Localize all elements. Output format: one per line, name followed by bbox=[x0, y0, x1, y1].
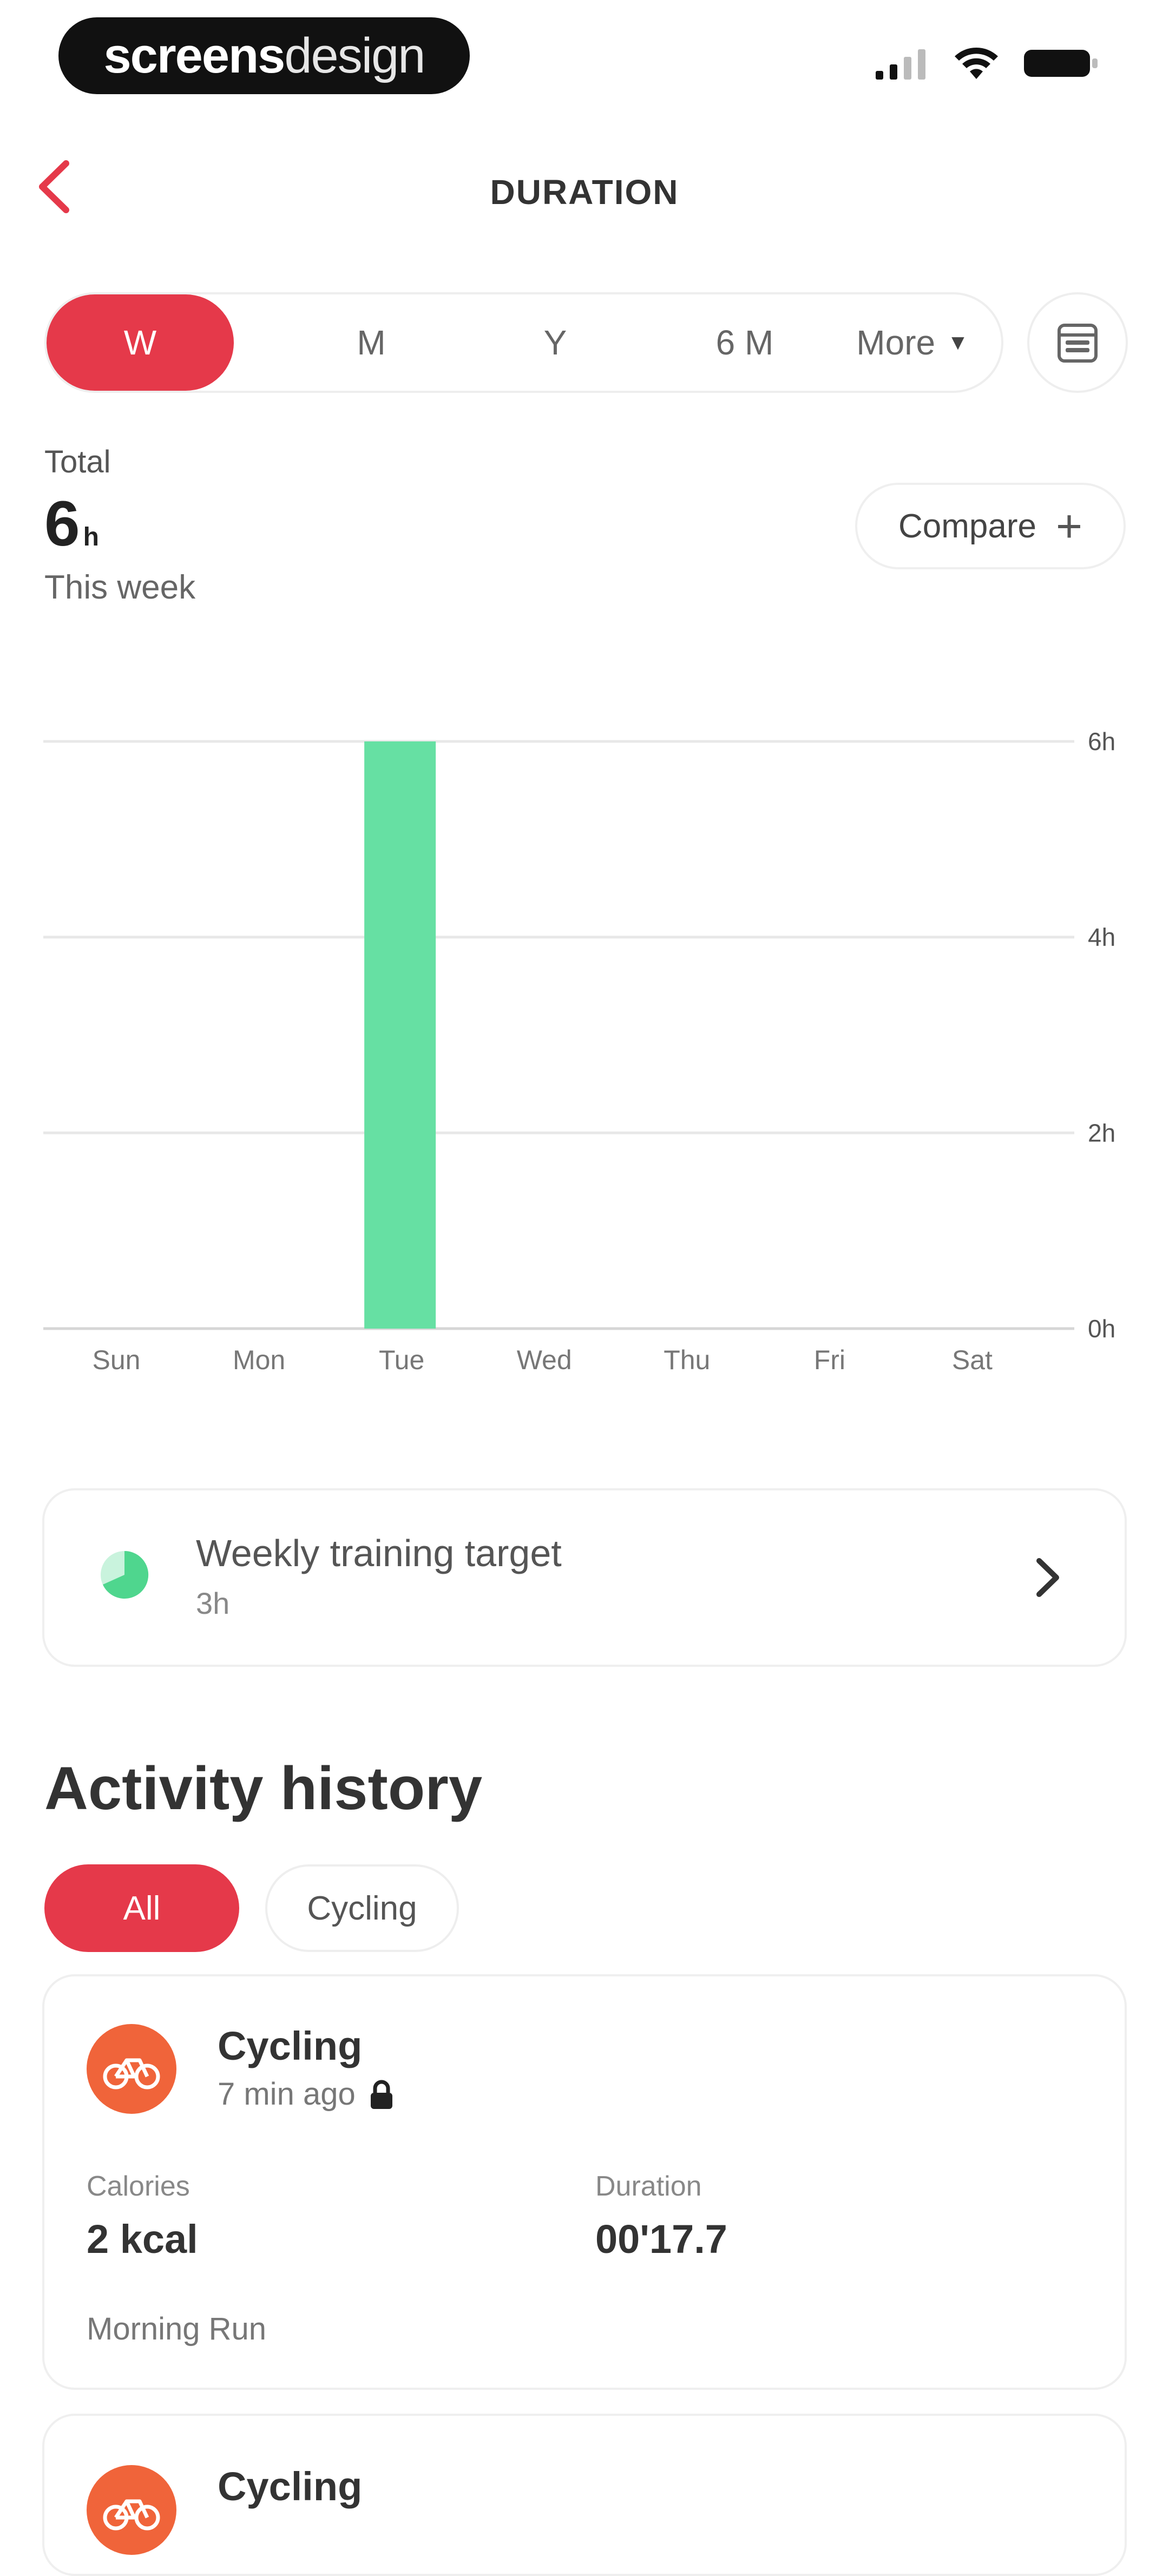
cycling-icon bbox=[87, 2465, 176, 2555]
compare-label: Compare bbox=[898, 507, 1036, 545]
screensdesign-logo: screens design bbox=[58, 17, 470, 94]
activity-name: Morning Run bbox=[87, 2311, 267, 2347]
target-title: Weekly training target bbox=[196, 1532, 562, 1574]
activity-time: 7 min ago bbox=[218, 2076, 396, 2112]
total-unit: h bbox=[83, 523, 99, 551]
total-value: 6h bbox=[44, 487, 99, 561]
period-selector: W M Y 6 M More ▼ bbox=[44, 292, 1003, 393]
logo-text-light: design bbox=[284, 28, 425, 83]
wifi-icon bbox=[955, 48, 998, 79]
x-tick-label: Mon bbox=[233, 1345, 285, 1375]
activity-type: Cycling bbox=[218, 2023, 363, 2068]
x-tick-label: Tue bbox=[379, 1345, 424, 1375]
calendar-icon bbox=[1058, 324, 1098, 363]
lock-icon bbox=[370, 2080, 392, 2109]
activity-time-text: 7 min ago bbox=[218, 2076, 356, 2112]
period-more-dropdown[interactable]: More ▼ bbox=[826, 294, 999, 391]
period-label: This week bbox=[44, 569, 196, 606]
cycling-icon bbox=[87, 2024, 176, 2114]
calories-value: 2 kcal bbox=[87, 2217, 198, 2262]
filter-cycling-label: Cycling bbox=[307, 1889, 417, 1927]
target-value: 3h bbox=[196, 1586, 230, 1620]
activity-card[interactable] bbox=[42, 2414, 1127, 2576]
bicycle-icon bbox=[103, 2499, 160, 2531]
activity-history-title: Activity history bbox=[44, 1754, 483, 1822]
y-tick-label: 6h bbox=[1088, 727, 1115, 755]
period-year-label: Y bbox=[543, 323, 567, 362]
period-month-label: M bbox=[357, 323, 386, 362]
y-tick-label: 0h bbox=[1088, 1315, 1115, 1343]
calories-label: Calories bbox=[87, 2171, 190, 2202]
period-more-label: More bbox=[856, 323, 936, 362]
duration-bar-chart: 6h 4h 2h 0h Sun Mon Tue Wed Thu Fri Sat bbox=[43, 727, 1115, 1375]
battery-icon bbox=[1024, 50, 1098, 77]
activity-type: Cycling bbox=[218, 2464, 363, 2509]
target-progress-icon bbox=[101, 1550, 149, 1599]
x-tick-label: Fri bbox=[814, 1345, 845, 1375]
period-year-tab[interactable]: Y bbox=[463, 294, 647, 391]
weekly-target-card[interactable] bbox=[42, 1488, 1127, 1667]
signal-icon bbox=[876, 49, 925, 80]
filter-all-label: All bbox=[123, 1889, 161, 1927]
x-tick-label: Sat bbox=[952, 1345, 993, 1375]
page-title: DURATION bbox=[490, 173, 679, 212]
total-number: 6 bbox=[44, 488, 80, 560]
y-tick-label: 2h bbox=[1088, 1119, 1115, 1147]
bicycle-icon bbox=[103, 2058, 160, 2089]
filter-all-chip[interactable]: All bbox=[44, 1864, 239, 1952]
period-6m-label: 6 M bbox=[715, 323, 774, 362]
status-icons bbox=[876, 47, 1099, 80]
bar-tue[interactable] bbox=[364, 741, 436, 1329]
logo-text-bold: screens bbox=[103, 28, 286, 83]
total-label: Total bbox=[44, 444, 111, 479]
period-week-tab[interactable]: W bbox=[47, 294, 234, 391]
period-week-label: W bbox=[123, 323, 157, 362]
period-6m-tab[interactable]: 6 M bbox=[653, 294, 837, 391]
plus-icon: + bbox=[1055, 501, 1083, 551]
period-month-tab[interactable]: M bbox=[279, 294, 463, 391]
duration-label: Duration bbox=[595, 2171, 702, 2202]
compare-button[interactable]: Compare + bbox=[855, 483, 1126, 569]
duration-value: 00'17.7 bbox=[595, 2217, 727, 2262]
chevron-right-icon bbox=[1036, 1558, 1059, 1597]
x-tick-label: Wed bbox=[517, 1345, 572, 1375]
x-tick-label: Sun bbox=[93, 1345, 141, 1375]
x-tick-label: Thu bbox=[664, 1345, 710, 1375]
caret-down-icon: ▼ bbox=[947, 330, 969, 354]
y-tick-label: 4h bbox=[1088, 923, 1115, 951]
filter-cycling-chip[interactable]: Cycling bbox=[265, 1864, 459, 1952]
calendar-button[interactable] bbox=[1027, 292, 1128, 393]
